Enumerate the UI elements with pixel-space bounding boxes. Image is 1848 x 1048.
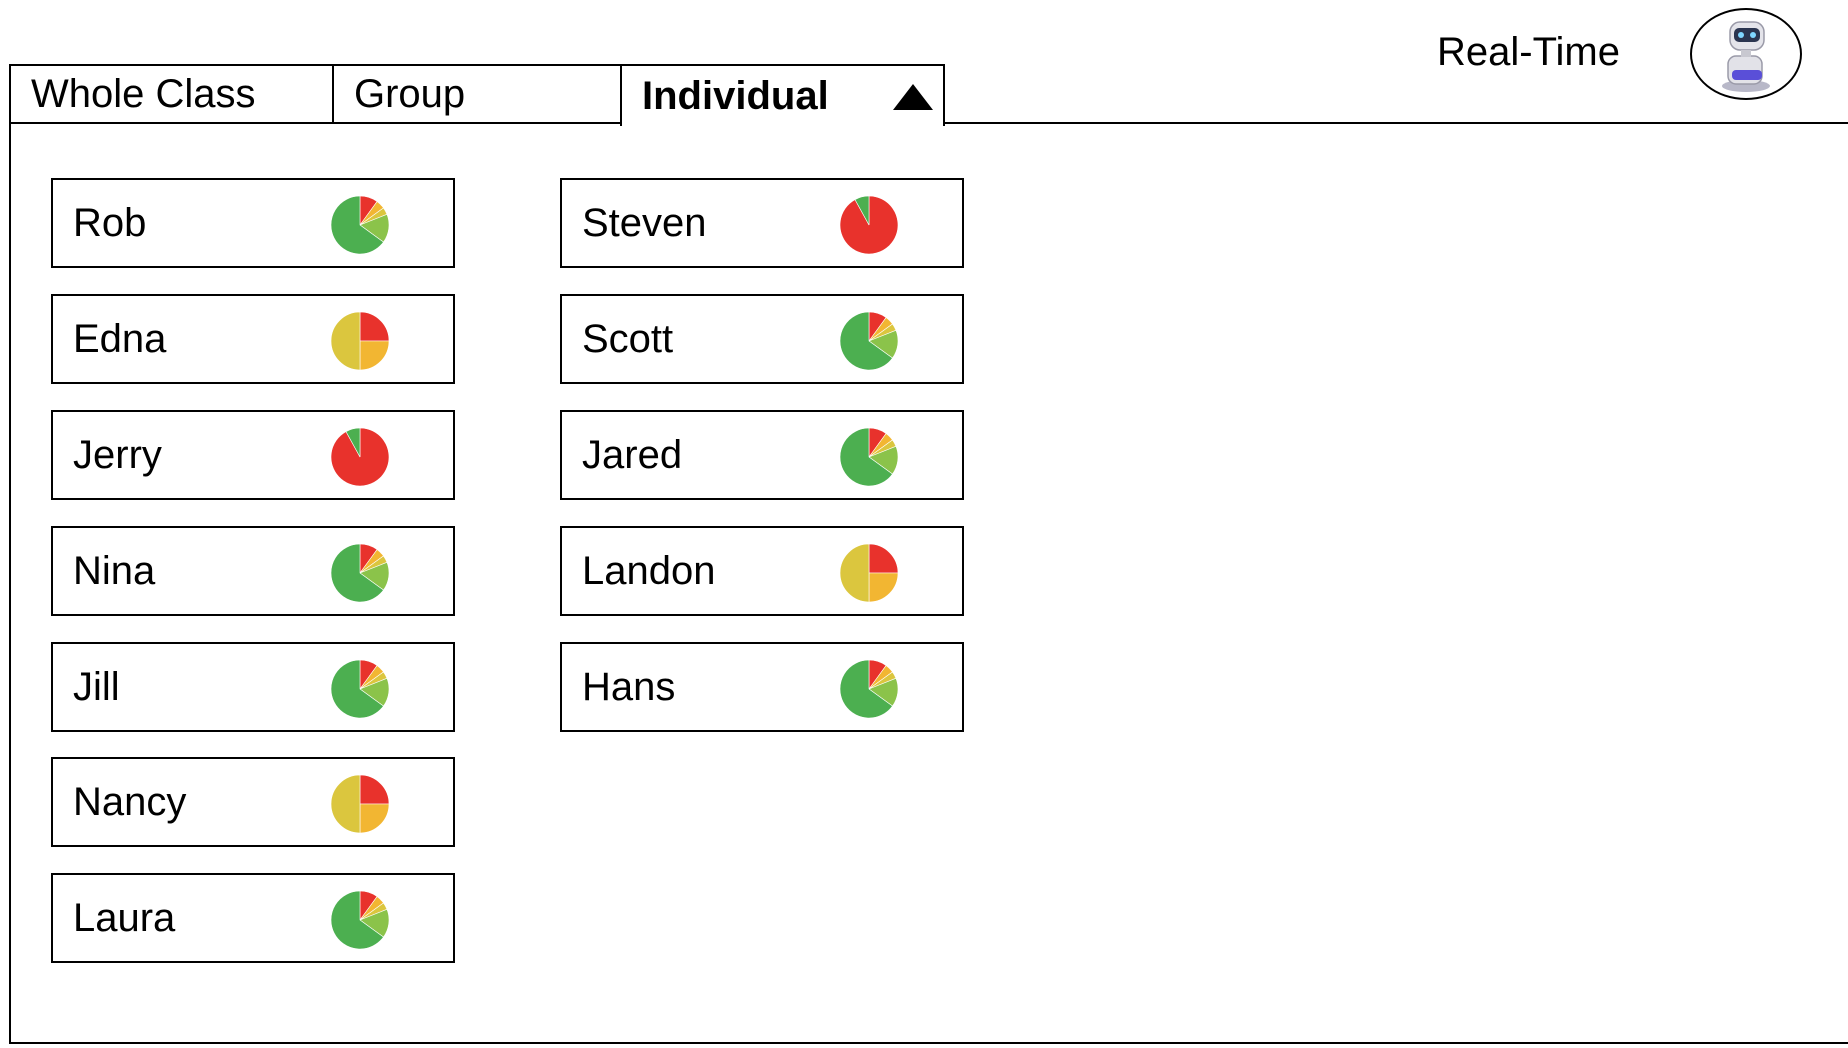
student-card[interactable]: Rob (51, 178, 455, 268)
pie-slice (868, 543, 899, 574)
student-card[interactable]: Edna (51, 294, 455, 384)
student-name: Jared (582, 433, 683, 477)
progress-pie-icon (839, 427, 899, 487)
student-name: Jill (73, 665, 120, 709)
student-name: Laura (73, 896, 176, 940)
student-name: Edna (73, 317, 167, 361)
student-name: Hans (582, 665, 676, 709)
tab-label: Group (354, 71, 466, 116)
student-card[interactable]: Landon (560, 526, 964, 616)
student-card[interactable]: Nina (51, 526, 455, 616)
progress-pie-icon (330, 427, 390, 487)
student-card[interactable]: Steven (560, 178, 964, 268)
progress-pie-icon (330, 195, 390, 255)
pie-slice (359, 311, 390, 342)
student-name: Nancy (73, 780, 187, 824)
pie-slice (330, 311, 361, 371)
progress-pie-icon (330, 774, 390, 834)
progress-pie-icon (839, 543, 899, 603)
student-name: Rob (73, 201, 147, 245)
pie-slice (839, 543, 870, 603)
pie-slice (330, 774, 361, 834)
tab-group[interactable]: Group (332, 64, 622, 122)
progress-pie-icon (330, 543, 390, 603)
student-card[interactable]: Jill (51, 642, 455, 732)
robot-avatar-graphic (1722, 21, 1770, 92)
progress-pie-icon (839, 311, 899, 371)
progress-pie-icon (839, 195, 899, 255)
progress-pie-icon (330, 890, 390, 950)
progress-pie-icon (330, 311, 390, 371)
tab-label: Individual (642, 73, 829, 118)
progress-pie-icon (839, 659, 899, 719)
realtime-label: Real-Time (1437, 30, 1620, 74)
student-card[interactable]: Nancy (51, 757, 455, 847)
student-name: Steven (582, 201, 707, 245)
robot-avatar-icon[interactable] (1690, 8, 1802, 100)
tab-individual[interactable]: Individual (620, 64, 945, 126)
pie-slice (359, 340, 390, 371)
student-name: Scott (582, 317, 674, 361)
pie-slice (868, 572, 899, 603)
progress-pie-icon (330, 659, 390, 719)
student-name: Landon (582, 549, 716, 593)
student-card[interactable]: Jerry (51, 410, 455, 500)
pie-slice (359, 774, 390, 805)
tab-whole-class[interactable]: Whole Class (9, 64, 334, 122)
student-name: Nina (73, 549, 156, 593)
student-card[interactable]: Scott (560, 294, 964, 384)
student-card[interactable]: Laura (51, 873, 455, 963)
pie-slice (359, 803, 390, 834)
student-card[interactable]: Hans (560, 642, 964, 732)
tab-label: Whole Class (31, 71, 256, 116)
student-card[interactable]: Jared (560, 410, 964, 500)
student-name: Jerry (73, 433, 162, 477)
collapse-triangle-icon[interactable] (893, 84, 933, 110)
